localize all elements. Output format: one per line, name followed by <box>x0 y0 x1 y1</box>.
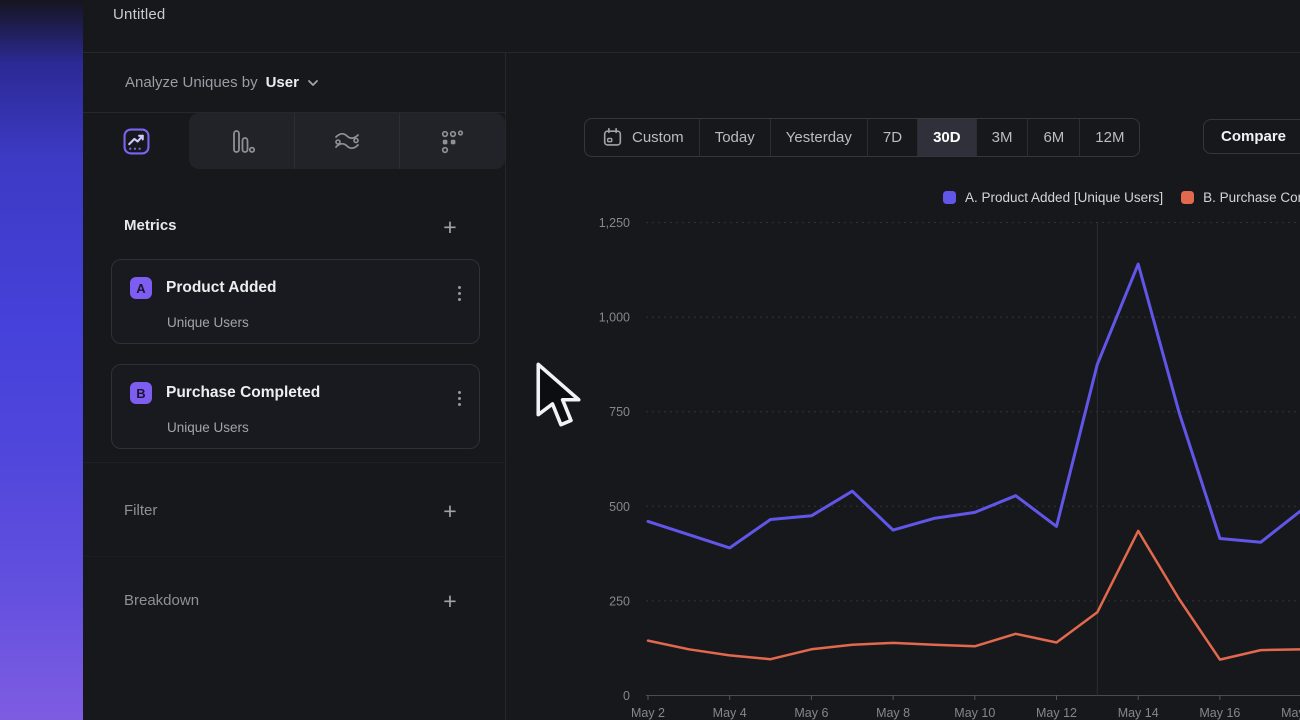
range-30d[interactable]: 30D <box>918 119 977 156</box>
metric-title: Purchase Completed <box>166 384 320 402</box>
range-3m[interactable]: 3M <box>977 119 1029 156</box>
tab-bar-chart[interactable] <box>189 113 295 169</box>
calendar-icon <box>602 127 623 148</box>
range-label: 30D <box>933 129 961 146</box>
add-breakdown-button[interactable]: + <box>440 591 460 611</box>
range-label: Custom <box>632 129 684 146</box>
range-label: 12M <box>1095 129 1124 146</box>
breakdown-heading: Breakdown <box>124 592 199 609</box>
y-tick-label: 1,000 <box>599 311 630 325</box>
line-chart-icon <box>123 128 150 155</box>
bar-chart-icon <box>228 128 255 155</box>
series-line-b <box>648 531 1300 660</box>
kebab-menu-icon[interactable] <box>456 389 463 408</box>
y-tick-label: 1,250 <box>599 216 630 230</box>
x-tick-label: May 18 <box>1281 706 1300 720</box>
add-metric-button[interactable]: + <box>440 217 460 237</box>
chevron-down-icon <box>307 79 319 87</box>
x-tick-label: May 12 <box>1036 706 1077 720</box>
wallpaper-gradient <box>0 0 83 720</box>
page-title: Untitled <box>113 6 165 23</box>
analyze-value: User <box>266 74 299 91</box>
legend-swatch <box>943 191 956 204</box>
metric-subtitle: Unique Users <box>167 420 249 435</box>
flow-icon <box>332 128 362 154</box>
y-tick-label: 0 <box>623 689 630 703</box>
y-tick-label: 500 <box>609 500 630 514</box>
range-6m[interactable]: 6M <box>1028 119 1080 156</box>
tab-flow[interactable] <box>295 113 401 169</box>
metric-badge-a: A <box>130 277 152 299</box>
legend-item: A. Product Added [Unique Users] <box>943 190 1163 205</box>
legend-label: B. Purchase Completed [Unique Users] <box>1203 190 1300 205</box>
metric-subtitle: Unique Users <box>167 315 249 330</box>
range-label: Today <box>715 129 755 146</box>
sidebar-divider <box>505 52 506 720</box>
legend-label: A. Product Added [Unique Users] <box>965 190 1163 205</box>
date-range-control: Custom Today Yesterday 7D 30D 3M 6M 12M <box>584 118 1140 157</box>
filter-heading: Filter <box>124 502 157 519</box>
range-label: 7D <box>883 129 902 146</box>
range-7d[interactable]: 7D <box>868 119 918 156</box>
range-today[interactable]: Today <box>700 119 771 156</box>
line-chart: 0 250 500 750 1,000 1,250 May 2 May 4 May 6 May 8… <box>0 0 1300 720</box>
analyze-uniques-dropdown[interactable]: Analyze Uniques by User <box>125 74 319 91</box>
chart-type-tab-group <box>189 113 505 169</box>
metric-card-b[interactable]: B Purchase Completed Unique Users <box>111 364 480 449</box>
kebab-menu-icon[interactable] <box>456 284 463 303</box>
mouse-cursor <box>535 359 582 433</box>
dots-grid-icon <box>439 128 466 155</box>
range-label: Yesterday <box>786 129 852 146</box>
x-tick-label: May 6 <box>794 706 828 720</box>
range-custom[interactable]: Custom <box>585 119 700 156</box>
x-tick-label: May 4 <box>713 706 747 720</box>
section-divider <box>83 462 505 463</box>
x-tick-label: May 14 <box>1118 706 1159 720</box>
y-tick-label: 250 <box>609 594 630 608</box>
chart-legend: A. Product Added [Unique Users] B. Purcha… <box>943 190 1300 205</box>
x-tick-label: May 8 <box>876 706 910 720</box>
analyze-label: Analyze Uniques by <box>125 74 258 91</box>
section-divider <box>83 556 505 557</box>
add-filter-button[interactable]: + <box>440 501 460 521</box>
y-tick-label: 750 <box>609 405 630 419</box>
legend-item: B. Purchase Completed [Unique Users] <box>1181 190 1300 205</box>
range-label: 6M <box>1043 129 1064 146</box>
range-label: 3M <box>992 129 1013 146</box>
metric-title: Product Added <box>166 279 277 297</box>
x-tick-label: May 16 <box>1199 706 1240 720</box>
series-line-a <box>648 264 1300 548</box>
range-yesterday[interactable]: Yesterday <box>771 119 868 156</box>
x-tick-label: May 2 <box>631 706 665 720</box>
metric-badge-b: B <box>130 382 152 404</box>
metrics-heading: Metrics <box>124 217 177 234</box>
range-12m[interactable]: 12M <box>1080 119 1139 156</box>
topbar-divider <box>83 52 1300 53</box>
tab-dots-grid[interactable] <box>400 113 505 169</box>
legend-swatch <box>1181 191 1194 204</box>
tab-line-chart[interactable] <box>83 113 189 169</box>
x-tick-label: May 10 <box>954 706 995 720</box>
compare-button[interactable]: Compare <box>1203 119 1300 154</box>
metric-card-a[interactable]: A Product Added Unique Users <box>111 259 480 344</box>
